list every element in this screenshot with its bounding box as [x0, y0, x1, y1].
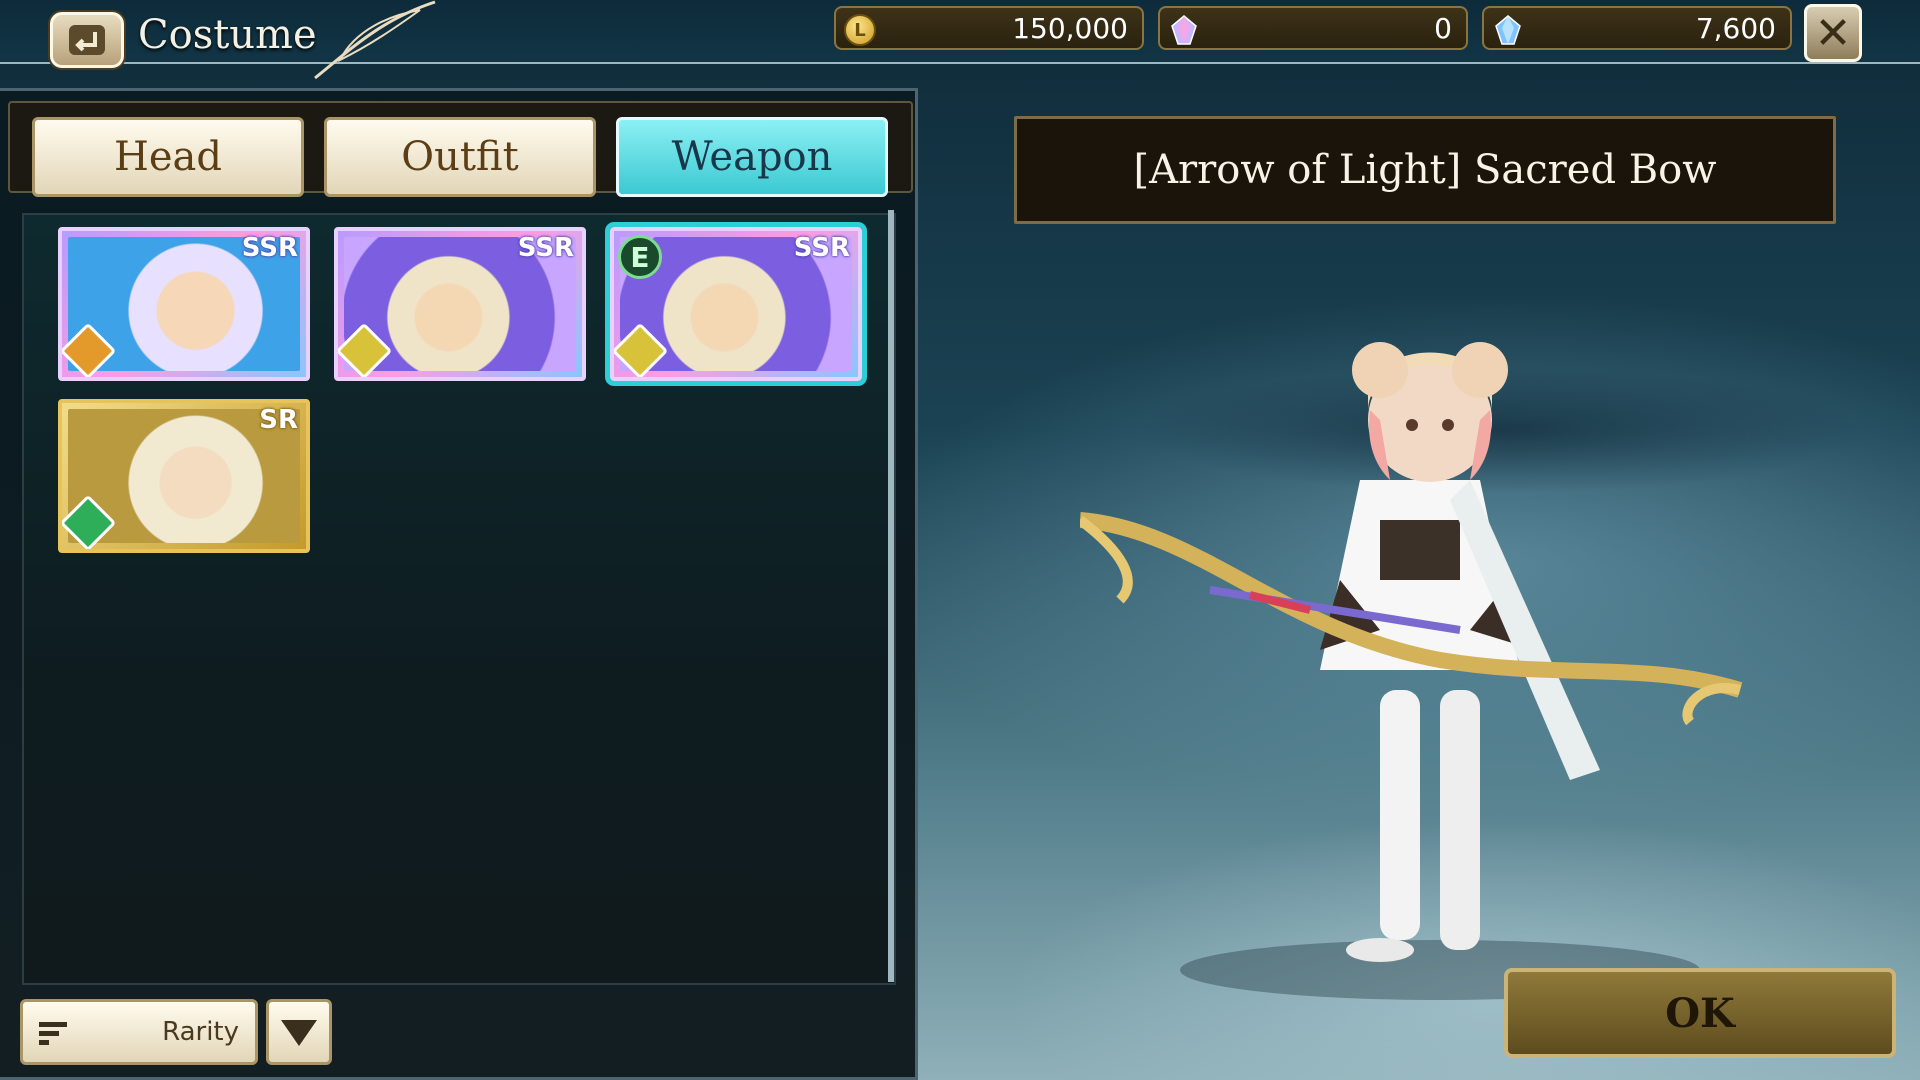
blue-crystal-amount: 7,600 — [1695, 11, 1776, 45]
rarity-badge: SR — [259, 405, 298, 435]
category-tab-bar: Head Outfit Weapon — [8, 101, 913, 197]
sort-order-button[interactable] — [266, 999, 332, 1065]
blue-crystal-currency: 7,600 — [1482, 6, 1792, 50]
gold-amount: 150,000 — [1012, 11, 1128, 45]
chevron-down-icon — [281, 1020, 317, 1046]
blue-crystal-icon — [1495, 15, 1521, 45]
character-model-preview — [1080, 342, 1743, 1000]
list-scrollbar[interactable] — [888, 210, 894, 982]
costume-list-panel: Head Outfit Weapon SSR SSR SSR E SR Rari… — [0, 88, 918, 1080]
rarity-badge: SSR — [241, 233, 298, 263]
costume-grid: SSR SSR SSR E SR — [22, 213, 896, 985]
tab-weapon[interactable]: Weapon — [616, 117, 888, 197]
equipped-badge: E — [618, 235, 662, 279]
sort-button[interactable]: Rarity — [20, 999, 258, 1065]
gold-coin-icon: L — [844, 14, 876, 46]
close-button[interactable]: ✕ — [1804, 4, 1862, 62]
item-name: [Arrow of Light] Sacred Bow — [1133, 147, 1717, 193]
rarity-badge: SSR — [517, 233, 574, 263]
back-button[interactable] — [50, 12, 124, 68]
costume-card-selected[interactable]: SSR E — [610, 227, 862, 381]
ok-button[interactable]: OK — [1504, 968, 1896, 1058]
costume-card[interactable]: SR — [58, 399, 310, 553]
tab-outfit[interactable]: Outfit — [324, 117, 596, 197]
top-bar: Costume L 150,000 0 7,600 ✕ — [0, 0, 1920, 80]
crystal-icon — [1171, 15, 1197, 45]
tab-head[interactable]: Head — [32, 117, 304, 197]
gold-currency: L 150,000 — [834, 6, 1144, 50]
item-name-banner: [Arrow of Light] Sacred Bow — [1014, 116, 1836, 224]
close-icon: ✕ — [1814, 7, 1852, 59]
costume-card[interactable]: SSR — [58, 227, 310, 381]
costume-card[interactable]: SSR — [334, 227, 586, 381]
feather-ornament-icon — [314, 0, 436, 80]
crystal-currency: 0 — [1158, 6, 1468, 50]
crystal-amount: 0 — [1434, 11, 1452, 45]
sort-label: Rarity — [162, 1017, 239, 1047]
back-arrow-icon — [69, 25, 105, 55]
sort-icon — [39, 1022, 67, 1045]
page-title: Costume — [138, 12, 317, 58]
rarity-badge: SSR — [793, 233, 850, 263]
